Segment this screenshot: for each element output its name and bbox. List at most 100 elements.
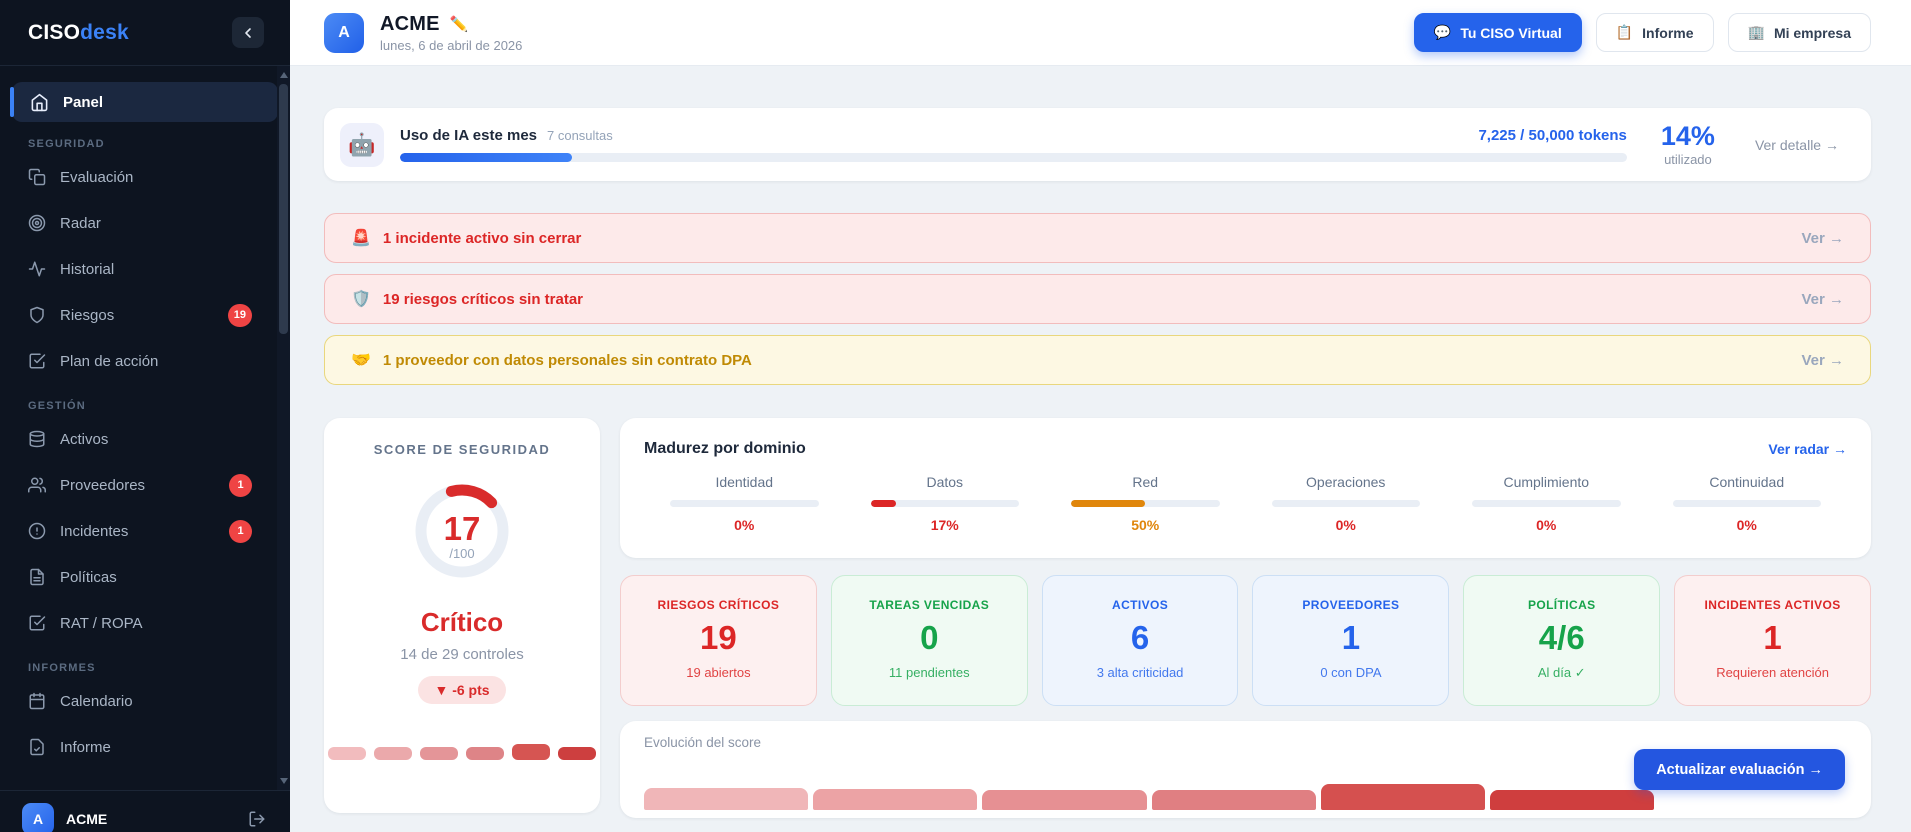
domain-red: Red 50% xyxy=(1045,474,1246,533)
evolution-bar xyxy=(1151,790,1316,810)
madurez-fill xyxy=(870,500,896,507)
ai-usage-title: Uso de IA este mes xyxy=(400,127,537,144)
ai-progress-fill xyxy=(400,153,572,162)
sidebar-item-informe[interactable]: Informe xyxy=(0,724,290,770)
kpi-politicas[interactable]: POLÍTICAS 4/6 Al día ✓ xyxy=(1463,575,1661,706)
domain-continuidad: Continuidad 0% xyxy=(1647,474,1848,533)
ver-radar-link[interactable]: Ver radar → xyxy=(1768,441,1847,457)
kpi-incidentes-activos[interactable]: INCIDENTES ACTIVOS 1 Requieren atención xyxy=(1674,575,1871,706)
score-trend-bar xyxy=(558,747,596,760)
sidebar-item-radar[interactable]: Radar xyxy=(0,200,290,246)
ai-usage-card: 🤖 Uso de IA este mes 7 consultas 7,225 /… xyxy=(324,108,1871,181)
shield-emoji-icon: 🛡️ xyxy=(351,291,371,308)
home-icon xyxy=(30,93,49,112)
company-avatar: A xyxy=(324,12,364,53)
kpi-activos[interactable]: ACTIVOS 6 3 alta criticidad xyxy=(1041,575,1239,706)
alert-incidente[interactable]: 🚨 1 incidente activo sin cerrar Ver → xyxy=(324,213,1871,263)
topbar-actions: 💬 Tu CISO Virtual 📋 Informe 🏢 Mi empresa xyxy=(1413,13,1871,52)
sidebar-item-label: RAT / ROPA xyxy=(60,614,143,632)
ai-usage-queries: 7 consultas xyxy=(547,128,613,143)
alert-ver-link[interactable]: Ver → xyxy=(1801,352,1844,369)
madurez-pct: 17% xyxy=(930,517,959,533)
sidebar-item-label: Evaluación xyxy=(60,168,134,186)
kpi-tareas-vencidas[interactable]: TAREAS VENCIDAS 0 11 pendientes xyxy=(830,575,1028,706)
user-avatar: A xyxy=(22,802,54,832)
scrollbar-thumb[interactable] xyxy=(279,84,288,334)
ai-progress-track xyxy=(400,153,1627,162)
alert-ver-link[interactable]: Ver → xyxy=(1801,230,1844,247)
domain-operaciones: Operaciones 0% xyxy=(1246,474,1447,533)
sidebar-item-calendario[interactable]: Calendario xyxy=(0,678,290,724)
score-max: /100 xyxy=(449,546,475,561)
sidebar-scrollbar[interactable] xyxy=(277,66,290,790)
sidebar-item-rat-ropa[interactable]: RAT / ROPA xyxy=(0,600,290,646)
sidebar-collapse-button[interactable] xyxy=(232,17,264,48)
score-gauge: 17 /100 xyxy=(414,483,510,579)
check-square-icon xyxy=(28,352,46,370)
sidebar-item-evaluacion[interactable]: Evaluación xyxy=(0,154,290,200)
kpi-proveedores[interactable]: PROVEEDORES 1 0 con DPA xyxy=(1252,575,1450,706)
logo-primary: CISO xyxy=(28,20,81,44)
score-trend-bar xyxy=(328,747,366,760)
riesgos-badge: 19 xyxy=(227,303,252,327)
actualizar-evaluacion-button[interactable]: Actualizar evaluación → xyxy=(1634,749,1845,790)
score-delta-badge: ▼ -6 pts xyxy=(418,676,506,704)
active-indicator xyxy=(10,87,14,117)
target-icon xyxy=(28,214,46,232)
ai-usage-tokens: 7,225 / 50,000 tokens xyxy=(1478,127,1627,144)
evolution-bar xyxy=(1320,784,1485,810)
score-title: SCORE DE SEGURIDAD xyxy=(373,442,551,457)
building-icon: 🏢 xyxy=(1747,24,1765,40)
madurez-card: Madurez por dominio Ver radar → Identida… xyxy=(620,418,1871,558)
madurez-pct: 0% xyxy=(1335,517,1356,533)
sidebar-item-proveedores[interactable]: Proveedores 1 xyxy=(0,462,290,508)
madurez-pct: 0% xyxy=(734,517,755,533)
sidebar-item-plan-de-accion[interactable]: Plan de acción xyxy=(0,338,290,384)
score-trend-bar xyxy=(420,747,458,760)
edit-pencil-icon[interactable]: ✏️ xyxy=(450,15,469,33)
kpi-row: RIESGOS CRÍTICOS 19 19 abiertos TAREAS V… xyxy=(620,575,1871,706)
logo-accent: desk xyxy=(80,20,129,44)
scroll-down-arrow[interactable] xyxy=(280,778,288,784)
score-value: 17 xyxy=(443,510,481,547)
sidebar-item-label: Plan de acción xyxy=(60,352,159,370)
file-check-icon xyxy=(28,738,46,756)
alert-riesgos[interactable]: 🛡️ 19 riesgos críticos sin tratar Ver → xyxy=(324,274,1871,324)
sidebar-item-label: Proveedores xyxy=(60,476,146,494)
sidebar-item-activos[interactable]: Activos xyxy=(0,416,290,462)
chevron-left-icon xyxy=(240,25,256,41)
activity-icon xyxy=(28,260,46,278)
alert-ver-link[interactable]: Ver → xyxy=(1801,291,1844,308)
company-block: ACME ✏️ lunes, 6 de abril de 2026 xyxy=(380,13,522,53)
incidentes-badge: 1 xyxy=(229,519,252,543)
sidebar-item-politicas[interactable]: Políticas xyxy=(0,554,290,600)
alert-circle-icon xyxy=(28,522,46,540)
current-date: lunes, 6 de abril de 2026 xyxy=(380,37,523,53)
domain-identidad: Identidad 0% xyxy=(644,474,845,533)
informe-button[interactable]: 📋 Informe xyxy=(1595,13,1714,52)
madurez-title: Madurez por dominio xyxy=(644,440,806,457)
sidebar-item-riesgos[interactable]: Riesgos 19 xyxy=(0,292,290,338)
users-icon xyxy=(28,476,46,494)
evolution-title: Evolución del score xyxy=(644,735,762,750)
sidebar-nav: Panel SEGURIDAD Evaluación Radar Histori… xyxy=(0,66,290,792)
mi-empresa-button[interactable]: 🏢 Mi empresa xyxy=(1727,13,1871,52)
sidebar-item-panel[interactable]: Panel xyxy=(10,82,278,122)
kpi-riesgos-criticos[interactable]: RIESGOS CRÍTICOS 19 19 abiertos xyxy=(620,575,817,706)
ai-detail-link[interactable]: Ver detalle → xyxy=(1755,137,1839,153)
nav-section-seguridad: SEGURIDAD xyxy=(28,138,105,150)
sidebar-header: CISOdesk xyxy=(0,0,290,66)
sidebar-user-row[interactable]: A ACME xyxy=(0,790,290,832)
alert-proveedor-dpa[interactable]: 🤝 1 proveedor con datos personales sin c… xyxy=(324,335,1871,385)
score-trend-bar xyxy=(374,747,412,760)
topbar: A ACME ✏️ lunes, 6 de abril de 2026 💬 Tu… xyxy=(290,0,1911,66)
score-status: Crítico xyxy=(420,607,504,637)
evolution-bar xyxy=(644,788,809,810)
logout-icon[interactable] xyxy=(248,810,266,828)
sidebar-item-historial[interactable]: Historial xyxy=(0,246,290,292)
shield-icon xyxy=(28,306,46,324)
alerts-list: 🚨 1 incidente activo sin cerrar Ver → 🛡️… xyxy=(324,213,1871,385)
sidebar-item-incidentes[interactable]: Incidentes 1 xyxy=(0,508,290,554)
scroll-up-arrow[interactable] xyxy=(280,72,288,78)
ciso-virtual-button[interactable]: 💬 Tu CISO Virtual xyxy=(1413,13,1582,52)
